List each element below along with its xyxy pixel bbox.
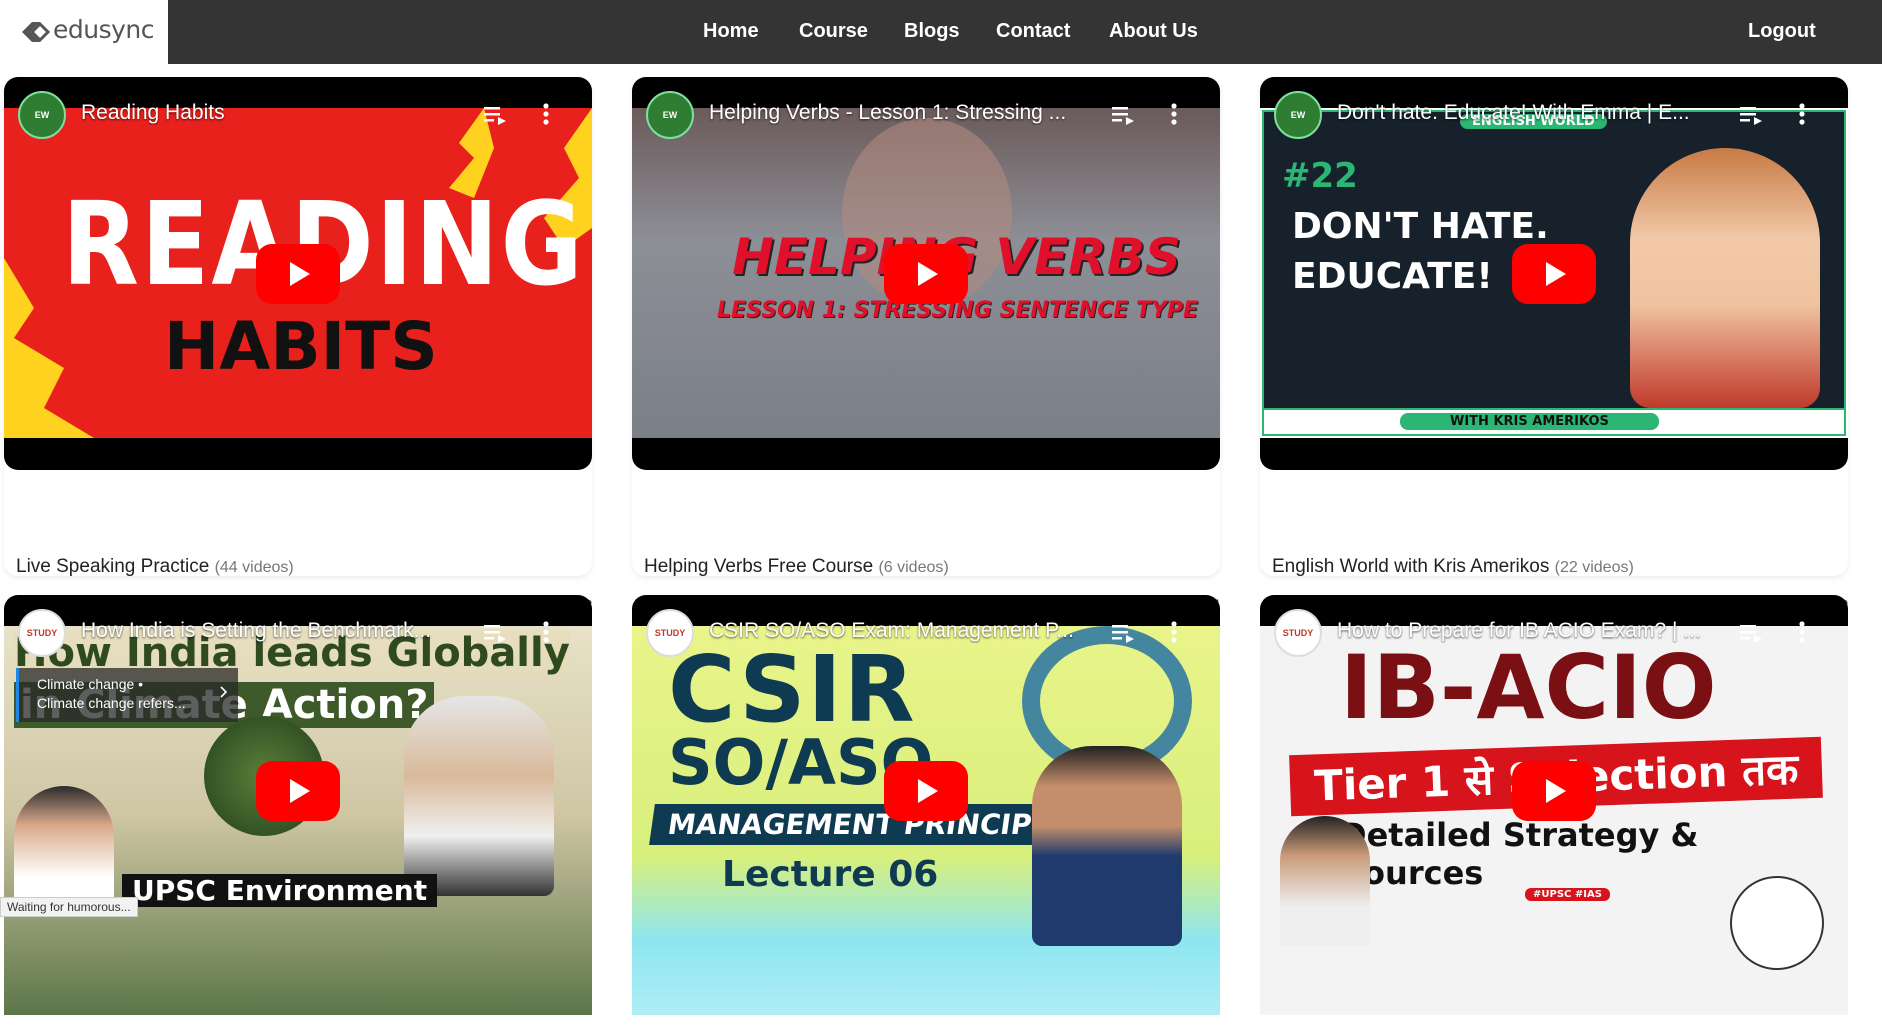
play-button-icon[interactable] [884,761,968,821]
chapter-line-2: Climate change refers... [37,695,186,711]
playlist-card: HELPING VERBS LESSON 1: STRESSING SENTEN… [632,77,1221,618]
more-options-icon[interactable] [1170,621,1178,643]
playlist-name: Live Speaking Practice [16,556,210,577]
chapter-line-1: Climate change • [37,676,144,692]
more-options-icon[interactable] [1798,103,1806,125]
channel-avatar[interactable]: STUDY [1274,609,1322,657]
chevron-right-icon [220,686,228,698]
video-title[interactable]: Reading Habits [81,101,481,125]
nav-course[interactable]: Course [799,20,868,43]
playlist-name: English World with Kris Amerikos [1272,556,1550,577]
play-button-icon[interactable] [1512,761,1596,821]
video-title[interactable]: Helping Verbs - Lesson 1: Stressing ... [709,101,1109,125]
speaker-photo [404,696,554,896]
more-options-icon[interactable] [542,103,550,125]
more-options-icon[interactable] [1798,621,1806,643]
nav-blogs[interactable]: Blogs [904,20,960,43]
thumb-headline: DON'T HATE. [1292,206,1549,247]
video-title[interactable]: How India is Setting the Benchmark... [81,619,481,643]
video-player[interactable]: READING HABITS EW Reading Habits [4,77,592,470]
thumb-footer-label: WITH KRIS AMERIKOS [1400,413,1659,430]
playlist-icon[interactable] [484,105,508,125]
video-count: (6 videos) [878,559,949,576]
thumb-headline: IB-ACIO [1340,636,1717,739]
video-player[interactable]: How India leads Globally in Climate Acti… [4,595,592,1015]
channel-avatar[interactable]: EW [1274,91,1322,139]
thumb-tag: #UPSC #IAS [1525,888,1610,901]
channel-avatar[interactable]: STUDY [18,609,66,657]
playlist-card: READING HABITS EW Reading Habits Live Sp… [4,77,593,618]
chapter-tooltip[interactable]: Climate change • Climate change refers..… [16,668,238,722]
thumb-subheadline: EDUCATE! [1292,256,1493,297]
video-player[interactable]: HELPING VERBS LESSON 1: STRESSING SENTEN… [632,77,1220,470]
playlist-icon[interactable] [1112,623,1136,643]
playlist-title[interactable]: Helping Verbs Free Course (6 videos) [644,556,949,578]
video-player[interactable]: IB-ACIO Tier 1 से Selection तक Detailed … [1260,595,1848,1015]
brand-logo[interactable]: edusync [0,0,168,64]
playlist-card: How India leads Globally in Climate Acti… [4,595,592,1015]
thumb-subheadline: HABITS [164,308,438,385]
playlist-title[interactable]: Live Speaking Practice (44 videos) [16,556,294,578]
playlist-card: IB-ACIO Tier 1 से Selection तक Detailed … [1260,595,1848,1015]
lecturer-photo [1032,746,1182,946]
video-count: (44 videos) [214,559,294,576]
channel-avatar[interactable]: STUDY [646,609,694,657]
brand-name: edusync [53,15,155,44]
video-title[interactable]: How to Prepare for IB ACIO Exam? | ... [1337,619,1737,643]
play-button-icon[interactable] [1512,244,1596,304]
emblem-icon [1730,876,1824,970]
playlist-icon[interactable] [484,623,508,643]
thumb-footer: UPSC Environment [122,874,438,907]
playlist-icon[interactable] [1740,623,1764,643]
channel-avatar[interactable]: EW [18,91,66,139]
browser-status-bar: Waiting for humorous... [0,897,138,917]
logout-link[interactable]: Logout [1748,20,1816,43]
more-options-icon[interactable] [1170,103,1178,125]
playlist-card: ENGLISH WORLD #22 DON'T HATE. EDUCATE! W… [1260,77,1849,618]
top-navbar: edusync Home Course Blogs Contact About … [0,0,1882,64]
video-title[interactable]: Don't hate. Educate! With Emma | E... [1337,101,1737,125]
video-title[interactable]: CSIR SO/ASO Exam: Management P... [709,619,1109,643]
presenter-photo [1630,148,1820,408]
playlist-icon[interactable] [1112,105,1136,125]
educator-photo [1280,816,1370,946]
nav-contact[interactable]: Contact [996,20,1070,43]
playlist-name: Helping Verbs Free Course [644,556,874,577]
play-button-icon[interactable] [256,244,340,304]
thumb-badge: #22 [1282,156,1358,196]
logo-icon [22,21,51,43]
video-player[interactable]: ENGLISH WORLD #22 DON'T HATE. EDUCATE! W… [1260,77,1848,470]
channel-avatar[interactable]: EW [646,91,694,139]
playlist-title[interactable]: English World with Kris Amerikos (22 vid… [1272,556,1634,578]
playlist-icon[interactable] [1740,105,1764,125]
more-options-icon[interactable] [542,621,550,643]
video-count: (22 videos) [1554,559,1634,576]
nav-about-us[interactable]: About Us [1109,20,1198,43]
play-button-icon[interactable] [256,761,340,821]
nav-home[interactable]: Home [703,20,759,43]
thumb-lecture: Lecture 06 [722,854,939,895]
video-player[interactable]: CSIR SO/ASO MANAGEMENT PRINCIPLES Lectur… [632,595,1220,1015]
play-button-icon[interactable] [884,244,968,304]
playlist-card: CSIR SO/ASO MANAGEMENT PRINCIPLES Lectur… [632,595,1220,1015]
